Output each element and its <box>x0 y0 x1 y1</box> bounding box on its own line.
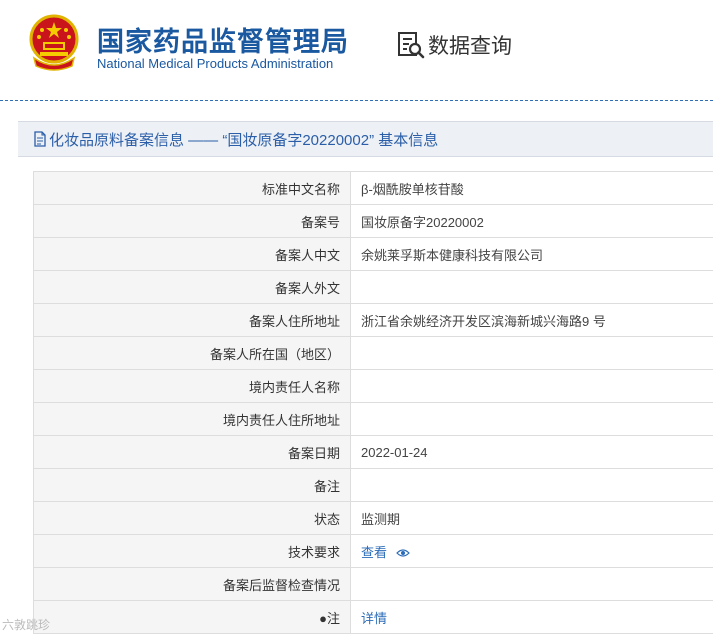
row-label: 标准中文名称 <box>33 171 351 205</box>
record-info-table: 标准中文名称 β-烟酰胺单核苷酸 备案号 国妆原备字20220002 备案人中文… <box>33 171 713 634</box>
table-row: 境内责任人名称 <box>33 369 713 403</box>
row-value <box>350 369 713 403</box>
row-value <box>350 336 713 370</box>
table-row: 备案号 国妆原备字20220002 <box>33 204 713 238</box>
table-row: 备案日期 2022-01-24 <box>33 435 713 469</box>
row-value: 浙江省余姚经济开发区滨海新城兴海路9 号 <box>350 303 713 337</box>
row-label: 境内责任人住所地址 <box>33 402 351 436</box>
view-link-label: 查看 <box>361 544 388 560</box>
row-label: 备案人住所地址 <box>33 303 351 337</box>
table-row: 状态 监测期 <box>33 501 713 535</box>
row-label: 备案人外文 <box>33 270 351 304</box>
row-label: 备案人所在国（地区） <box>33 336 351 370</box>
table-row: 备案人外文 <box>33 270 713 304</box>
site-header: 国家药品监督管理局 National Medical Products Admi… <box>0 0 713 100</box>
row-label: ●注 <box>33 600 351 634</box>
row-value <box>350 567 713 601</box>
data-query-link[interactable]: 数据查询 <box>396 30 512 60</box>
table-row: 备案后监督检查情况 <box>33 567 713 601</box>
row-label: 备案号 <box>33 204 351 238</box>
row-label: 备案人中文 <box>33 237 351 271</box>
brand-name-cn: 国家药品监督管理局 <box>97 27 349 57</box>
table-row: 备案人住所地址 浙江省余姚经济开发区滨海新城兴海路9 号 <box>33 303 713 337</box>
table-row: 标准中文名称 β-烟酰胺单核苷酸 <box>33 171 713 205</box>
national-emblem-logo <box>29 14 79 71</box>
eye-icon <box>395 549 410 557</box>
details-cell: 详情 <box>350 600 713 634</box>
brand-name-en: National Medical Products Administration <box>97 56 334 71</box>
table-row: 技术要求 查看 <box>33 534 713 568</box>
row-value <box>350 270 713 304</box>
details-link[interactable]: 详情 <box>361 611 387 626</box>
tech-requirements-cell: 查看 <box>350 534 713 568</box>
page-title-bar: 化妆品原料备案信息 —— “国妆原备字20220002” 基本信息 <box>18 121 713 157</box>
table-row: ●注 详情 <box>33 600 713 634</box>
watermark: 六敦跳珍 <box>2 618 51 632</box>
row-label: 技术要求 <box>33 534 351 568</box>
table-row: 备注 <box>33 468 713 502</box>
row-value: 国妆原备字20220002 <box>350 204 713 238</box>
page-title: 化妆品原料备案信息 —— “国妆原备字20220002” 基本信息 <box>49 131 439 149</box>
row-value <box>350 468 713 502</box>
row-value: 监测期 <box>350 501 713 535</box>
document-icon <box>34 131 46 147</box>
view-tech-requirements-link[interactable]: 查看 <box>361 545 410 560</box>
row-label: 备案后监督检查情况 <box>33 567 351 601</box>
table-row: 境内责任人住所地址 <box>33 402 713 436</box>
header-divider <box>0 100 713 101</box>
row-value: β-烟酰胺单核苷酸 <box>350 171 713 205</box>
row-label: 境内责任人名称 <box>33 369 351 403</box>
document-search-icon <box>398 32 425 59</box>
row-value: 2022-01-24 <box>350 435 713 469</box>
row-value <box>350 402 713 436</box>
row-value: 余姚莱孚斯本健康科技有限公司 <box>350 237 713 271</box>
row-label: 状态 <box>33 501 351 535</box>
table-row: 备案人所在国（地区） <box>33 336 713 370</box>
row-label: 备注 <box>33 468 351 502</box>
table-row: 备案人中文 余姚莱孚斯本健康科技有限公司 <box>33 237 713 271</box>
row-label: 备案日期 <box>33 435 351 469</box>
data-query-label: 数据查询 <box>428 35 512 58</box>
